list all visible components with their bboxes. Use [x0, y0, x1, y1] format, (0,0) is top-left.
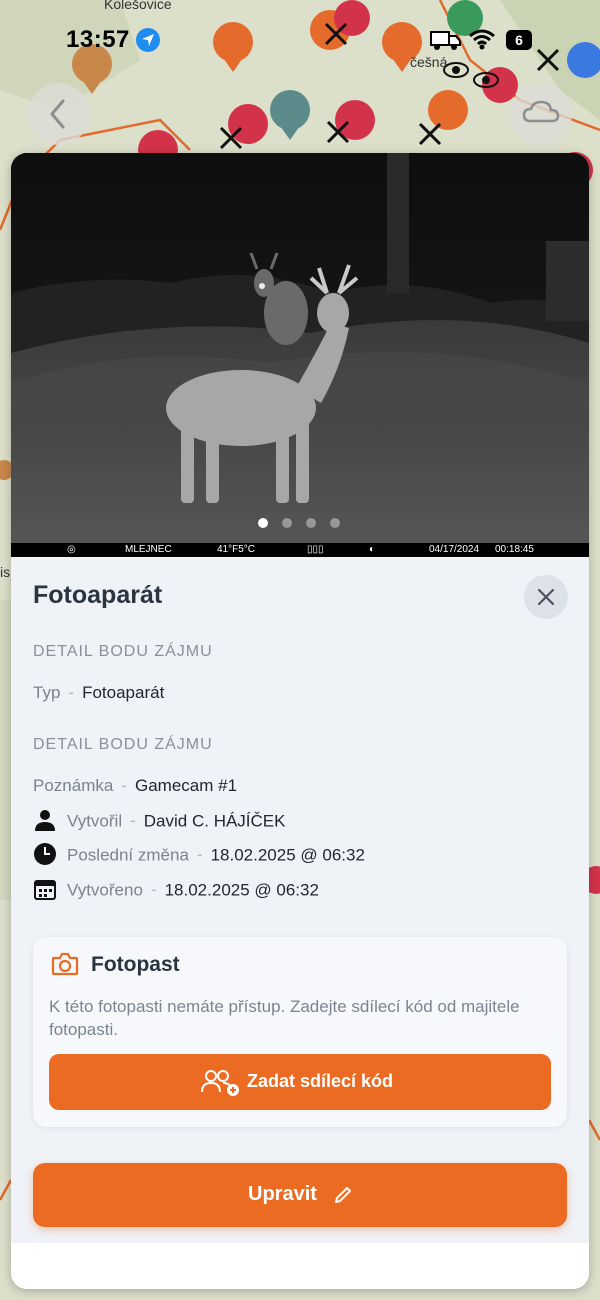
created-value: 18.02.2025 @ 06:32 [164, 880, 319, 900]
photo-pagination[interactable] [258, 518, 348, 530]
camera-info-strip: ◎ MLEJNEC 41°F5°C ▯▯▯ ◐ 04/17/2024 00:18… [11, 543, 589, 557]
pagination-dot[interactable] [306, 518, 316, 528]
status-time: 13:57 [66, 26, 130, 53]
close-icon [537, 588, 555, 606]
camera-date: 04/17/2024 [429, 544, 480, 555]
note-label: Poznámka [33, 776, 114, 795]
add-users-icon [201, 1070, 239, 1096]
separator: - [130, 811, 136, 831]
person-icon [35, 810, 55, 831]
created-row: Vytvořeno -18.02.2025 @ 06:32 [33, 879, 319, 903]
separator: - [150, 880, 157, 900]
map-label-kolesovice: Kolešovice [104, 0, 172, 12]
pencil-icon [335, 1187, 351, 1203]
status-bar: 13:57 6 [0, 20, 600, 64]
pagination-dot[interactable] [282, 518, 292, 528]
chevron-left-icon [50, 99, 65, 129]
section-heading: DETAIL BODU ZÁJMU [33, 736, 213, 753]
creator-label: Vytvořil [67, 811, 123, 831]
camera-icon [51, 952, 79, 976]
pagination-dot[interactable] [258, 518, 268, 528]
map-label-is: is [0, 564, 11, 580]
modified-value: 18.02.2025 @ 06:32 [210, 845, 365, 865]
camera-trap-card: Fotopast K této fotopasti nemáte přístup… [33, 937, 567, 1127]
camera-time: 00:18:45 [495, 544, 534, 555]
back-button[interactable] [28, 83, 90, 145]
clock-icon [34, 843, 56, 865]
camera-logo-icon: ◎ [67, 544, 76, 555]
creator-value: David C. HÁJÍČEK [143, 811, 286, 831]
moon-phase-icon: ◐ [369, 544, 376, 555]
enter-share-code-button[interactable]: Zadat sdílecí kód [49, 1054, 551, 1110]
type-value: Fotoaparát [82, 683, 165, 702]
page-title: Fotoaparát [33, 581, 163, 609]
type-label: Typ [33, 683, 61, 702]
card-title: Fotopast [91, 953, 180, 976]
created-label: Vytvořeno [67, 880, 143, 900]
detail-content: Fotoaparát DETAIL BODU ZÁJMU Typ - Fotoapa… [11, 557, 589, 1243]
share-button-label: Zadat sdílecí kód [247, 1071, 394, 1091]
close-button[interactable] [524, 575, 568, 619]
wifi-icon [469, 29, 495, 50]
pagination-dot[interactable] [330, 518, 340, 528]
detail-sheet: ◎ MLEJNEC 41°F5°C ▯▯▯ ◐ 04/17/2024 00:18… [11, 153, 589, 1289]
location-arrow-icon [136, 28, 160, 52]
camera-battery-icon: ▯▯▯ [307, 544, 324, 555]
separator: - [68, 683, 75, 702]
access-message: K této fotopasti nemáte přístup. Zadejte… [49, 997, 520, 1039]
type-row: Typ - Fotoaparát [33, 683, 164, 707]
cloud-button[interactable] [510, 83, 572, 145]
calendar-icon [34, 880, 56, 900]
separator: - [121, 776, 127, 795]
cloud-icon [522, 100, 560, 123]
camera-temperature: 41°F5°C [217, 544, 256, 555]
edit-button-label: Upravit [248, 1183, 317, 1205]
section-heading: DETAIL BODU ZÁJMU [33, 643, 213, 660]
photo-image [11, 153, 589, 557]
status-icons: 6 [430, 26, 590, 54]
camera-location: MLEJNEC [125, 544, 172, 555]
modified-row: Poslední změna -18.02.2025 @ 06:32 [33, 843, 365, 868]
note-row: Poznámka - Gamecam #1 [33, 776, 237, 800]
battery-icon: 6 [506, 30, 532, 50]
separator: - [196, 845, 203, 865]
creator-row: Vytvořil - David C. HÁJÍČEK [33, 810, 285, 834]
truck-icon [430, 31, 461, 50]
note-value: Gamecam #1 [135, 776, 238, 795]
edit-button[interactable]: Upravit [33, 1163, 567, 1227]
sheet-footer [11, 1243, 589, 1289]
modified-label: Poslední změna [67, 845, 189, 865]
trail-camera-photo[interactable]: ◎ MLEJNEC 41°F5°C ▯▯▯ ◐ 04/17/2024 00:18… [11, 153, 589, 557]
